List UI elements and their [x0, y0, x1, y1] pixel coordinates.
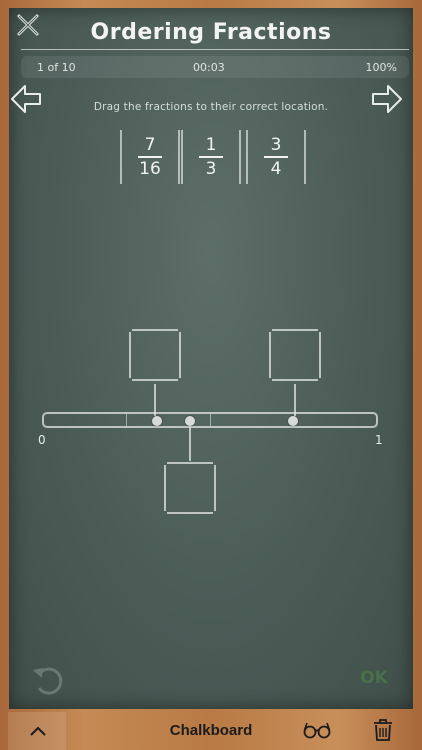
fraction-numerator: 7 [144, 135, 156, 155]
trash-icon[interactable] [372, 718, 394, 742]
fraction-tile[interactable]: 3 4 [246, 130, 306, 184]
fraction-tile[interactable]: 1 3 [181, 130, 241, 184]
number-line-marker [151, 416, 162, 426]
timer: 00:03 [193, 61, 225, 74]
connector-line [189, 426, 191, 461]
drop-target[interactable] [128, 328, 182, 382]
glasses-icon[interactable] [303, 720, 331, 740]
fraction-denominator: 3 [205, 159, 217, 179]
ok-button[interactable]: OK [349, 664, 399, 692]
drop-target[interactable] [268, 328, 322, 382]
fraction-bar [199, 156, 223, 158]
fraction-denominator: 4 [270, 159, 282, 179]
drop-target[interactable] [163, 461, 217, 515]
number-line-marker [288, 416, 298, 426]
number-line-end-label: 1 [375, 433, 383, 447]
progress-text: 1 of 10 [37, 61, 76, 74]
status-bar: 1 of 10 00:03 100% [21, 56, 409, 78]
number-line-tick [210, 414, 211, 426]
page-title: Ordering Fractions [90, 20, 332, 45]
fraction-bar [264, 156, 288, 158]
undo-icon[interactable] [29, 664, 69, 696]
fraction-denominator: 16 [139, 159, 161, 179]
number-line-start-label: 0 [38, 433, 46, 447]
fraction-numerator: 1 [205, 135, 217, 155]
footer-title: Chalkboard [169, 722, 253, 739]
instruction-text: Drag the fractions to their correct loca… [93, 101, 329, 113]
fraction-numerator: 3 [270, 135, 282, 155]
fraction-tile[interactable]: 7 16 [120, 130, 180, 184]
number-line-tick [126, 414, 127, 426]
footer-bar: Chalkboard [0, 712, 422, 750]
title-divider [21, 49, 409, 50]
chalkboard: Ordering Fractions 1 of 10 00:03 100% Dr… [9, 8, 413, 709]
score: 100% [365, 61, 397, 74]
fraction-bar [138, 156, 162, 158]
